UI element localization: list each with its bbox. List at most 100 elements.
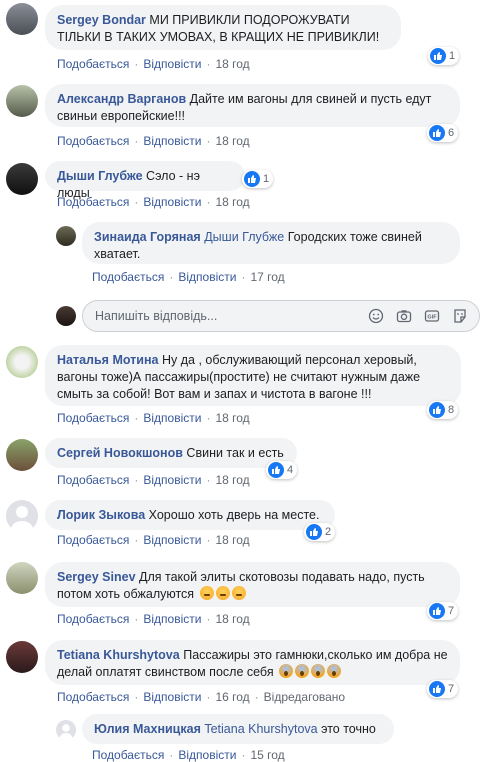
- comment-bubble: Юлия Махницкая Tetiana Khurshytova это т…: [82, 714, 394, 744]
- comment-time[interactable]: 18 год: [215, 57, 249, 71]
- reply-placeholder: Напишіть відповідь...: [95, 309, 218, 323]
- scream-emoji: [311, 664, 326, 678]
- like-button[interactable]: Подобається: [57, 533, 129, 547]
- comment-actions: Подобається · Відповісти · 18 год: [57, 57, 250, 71]
- like-icon: [306, 524, 322, 540]
- like-button[interactable]: Подобається: [57, 57, 129, 71]
- comment-author[interactable]: Наталья Мотина: [57, 353, 159, 367]
- comment-time[interactable]: 18 год: [215, 134, 249, 148]
- comment-bubble: Зинаида Горяная Дыши Глубже Городских то…: [82, 222, 460, 264]
- scream-emoji: [295, 664, 310, 678]
- gif-icon[interactable]: GIF: [424, 308, 440, 324]
- reaction-count[interactable]: 7: [427, 602, 459, 620]
- comment-time[interactable]: 16 год: [215, 690, 249, 704]
- comment-time[interactable]: 18 год: [215, 473, 249, 487]
- comment-actions: Подобається · Відповісти · 18 год: [57, 411, 250, 425]
- camera-icon[interactable]: [396, 308, 412, 324]
- like-button[interactable]: Подобається: [57, 690, 129, 704]
- reaction-count[interactable]: 8: [427, 401, 459, 419]
- avatar[interactable]: [6, 500, 38, 532]
- reply-button[interactable]: Відповісти: [143, 195, 201, 209]
- like-button[interactable]: Подобається: [57, 612, 129, 626]
- comment-author[interactable]: Sergey Bondar: [57, 13, 146, 27]
- reply-button[interactable]: Відповісти: [178, 270, 236, 284]
- comment-author[interactable]: Sergey Sinev: [57, 570, 136, 584]
- like-button[interactable]: Подобається: [57, 195, 129, 209]
- comment-author[interactable]: Сергей Новокшонов: [57, 446, 183, 460]
- comment-text: Свини так и есть: [186, 446, 284, 460]
- angry-emoji: [231, 586, 246, 600]
- reply-button[interactable]: Відповісти: [143, 533, 201, 547]
- reaction-count[interactable]: 6: [427, 124, 459, 142]
- reaction-count[interactable]: 1: [428, 47, 460, 65]
- comment-bubble: Наталья Мотина Ну да , обслуживающий пер…: [45, 345, 461, 406]
- avatar[interactable]: [6, 85, 38, 117]
- comment-bubble: Лорик Зыкова Хорошо хоть дверь на месте.: [45, 500, 335, 530]
- reply-input[interactable]: Напишіть відповідь... GIF: [82, 300, 480, 332]
- avatar[interactable]: [56, 720, 76, 740]
- current-user-avatar: [56, 306, 76, 326]
- reply-button[interactable]: Відповісти: [143, 690, 201, 704]
- reaction-count[interactable]: 7: [427, 680, 459, 698]
- avatar[interactable]: [6, 641, 38, 673]
- comment-bubble: Tetiana Khurshytova Пассажиры это гамнюк…: [45, 640, 460, 685]
- comment-actions: Подобається · Відповісти · 18 год: [57, 612, 250, 626]
- emoji-icon[interactable]: [368, 308, 384, 324]
- like-icon: [244, 171, 260, 187]
- comment-author[interactable]: Tetiana Khurshytova: [57, 648, 180, 662]
- avatar[interactable]: [6, 346, 38, 378]
- comment-bubble: Sergey Sinev Для такой элиты скотовозы п…: [45, 562, 460, 607]
- like-button[interactable]: Подобається: [57, 134, 129, 148]
- comment-time[interactable]: 18 год: [215, 533, 249, 547]
- reaction-count[interactable]: 1: [242, 170, 274, 188]
- comment-text: это точно: [321, 722, 376, 736]
- comment-bubble: Дыши Глубже Сэло - нэ люды: [45, 161, 245, 200]
- comment-bubble: Александр Варганов Дайте им вагоны для с…: [45, 84, 460, 127]
- comment-author[interactable]: Зинаида Горяная: [94, 230, 201, 244]
- like-button[interactable]: Подобається: [57, 411, 129, 425]
- comment-author[interactable]: Александр Варганов: [57, 92, 186, 106]
- svg-text:GIF: GIF: [427, 315, 437, 321]
- comment-mention[interactable]: Дыши Глубже: [204, 230, 284, 244]
- comment-author[interactable]: Лорик Зыкова: [57, 508, 145, 522]
- comment-bubble: Sergey Bondar МИ ПРИВИКЛИ ПОДОРОЖУВАТИ Т…: [45, 5, 401, 50]
- reaction-count[interactable]: 4: [266, 461, 298, 479]
- reply-button[interactable]: Відповісти: [143, 134, 201, 148]
- comment-actions: Подобається · Відповісти · 18 год: [57, 533, 250, 547]
- reply-button[interactable]: Відповісти: [143, 411, 201, 425]
- comment-mention[interactable]: Tetiana Khurshytova: [204, 722, 317, 736]
- reply-button[interactable]: Відповісти: [143, 473, 201, 487]
- angry-emoji: [215, 586, 230, 600]
- angry-emoji: [199, 586, 214, 600]
- like-button[interactable]: Подобається: [92, 270, 164, 284]
- reaction-count[interactable]: 2: [304, 523, 336, 541]
- avatar[interactable]: [56, 226, 76, 246]
- like-icon: [429, 603, 445, 619]
- comment-actions: Подобається · Відповісти · 17 год: [92, 270, 285, 284]
- comment-author[interactable]: Юлия Махницкая: [94, 722, 201, 736]
- like-icon: [430, 48, 446, 64]
- comment-time[interactable]: 18 год: [215, 195, 249, 209]
- like-button[interactable]: Подобається: [57, 473, 129, 487]
- avatar[interactable]: [6, 3, 38, 35]
- like-icon: [429, 681, 445, 697]
- avatar[interactable]: [6, 163, 38, 195]
- like-icon: [268, 462, 284, 478]
- scream-emoji: [279, 664, 294, 678]
- reply-button[interactable]: Відповісти: [143, 612, 201, 626]
- comment-time[interactable]: 15 год: [250, 748, 284, 762]
- comment-time[interactable]: 18 год: [215, 411, 249, 425]
- reply-button[interactable]: Відповісти: [178, 748, 236, 762]
- like-button[interactable]: Подобається: [92, 748, 164, 762]
- like-icon: [429, 125, 445, 141]
- sticker-icon[interactable]: [452, 308, 468, 324]
- avatar[interactable]: [6, 562, 38, 594]
- comment-time[interactable]: 18 год: [215, 612, 249, 626]
- comment-actions: Подобається · Відповісти · 18 год: [57, 473, 250, 487]
- comment-author[interactable]: Дыши Глубже: [57, 169, 143, 183]
- comment-time[interactable]: 17 год: [250, 270, 284, 284]
- reply-button[interactable]: Відповісти: [143, 57, 201, 71]
- avatar[interactable]: [6, 439, 38, 471]
- edited-label[interactable]: Відредаговано: [264, 690, 345, 704]
- comment-actions: Подобається · Відповісти · 15 год: [92, 748, 285, 762]
